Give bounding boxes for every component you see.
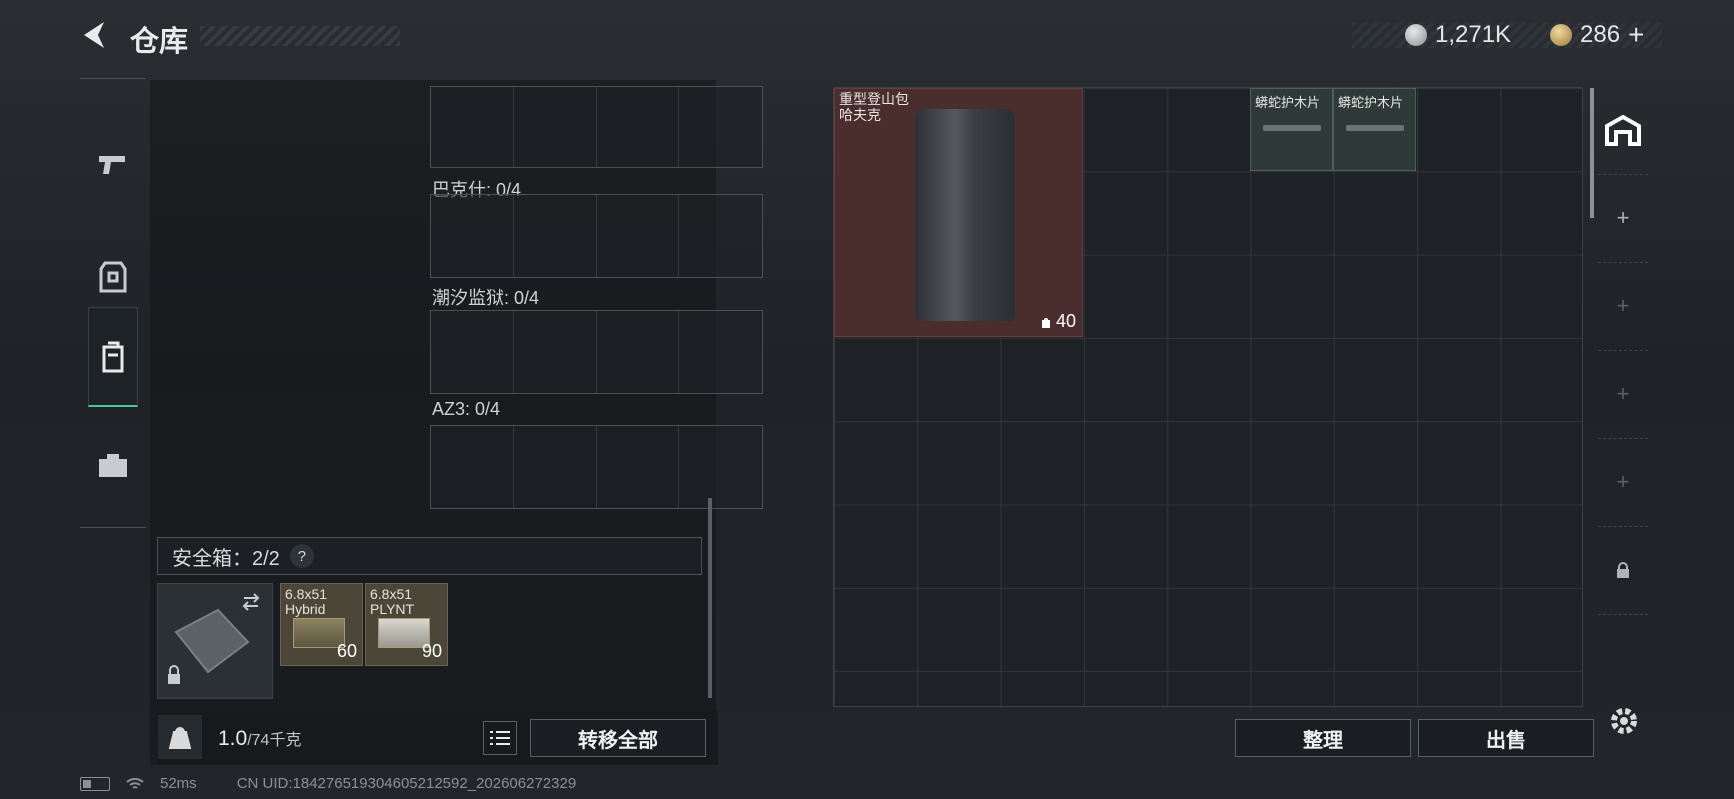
backpack-name-line1: 重型登山包 <box>839 91 909 107</box>
tab-items[interactable] <box>88 415 138 515</box>
add-page-button[interactable]: + <box>1598 438 1648 527</box>
ammo-item-hybrid[interactable]: 6.8x51 Hybrid 60 <box>280 583 363 666</box>
ammo-name: 6.8x51 PLYNT <box>370 586 415 617</box>
tab-backpack[interactable] <box>88 307 138 407</box>
weight-current: 1.0 <box>218 727 248 750</box>
stash-page-main[interactable] <box>1598 86 1648 175</box>
grip-name: 蟒蛇护木片 <box>1338 95 1404 110</box>
attachment-slot-row-top[interactable] <box>430 86 763 168</box>
lock-icon <box>1617 562 1629 578</box>
safe-box-header: 安全箱：2/2 ? <box>157 537 702 575</box>
silver-amount: 1,271K <box>1435 21 1512 48</box>
pistol-icon <box>99 156 125 174</box>
page-title: 仓库 <box>130 26 189 58</box>
backpack-item[interactable]: 重型登山包 哈夫克 40 <box>834 88 1083 337</box>
transfer-all-button[interactable]: 转移全部 <box>530 719 706 757</box>
weight-readout: 1.0/74千克 <box>218 726 301 751</box>
list-view-button[interactable] <box>483 721 517 755</box>
silver-currency: 1,271K <box>1405 18 1511 52</box>
user-uid: CN UID:184276519304605212592_20260627232… <box>236 775 577 792</box>
slot-label-az3: AZ3: 0/4 <box>432 399 501 419</box>
add-page-button[interactable]: + <box>1598 262 1648 351</box>
backpack-capacity-value: 40 <box>1055 311 1076 331</box>
weight-max: /74千克 <box>247 732 302 749</box>
wifi-icon <box>126 777 144 789</box>
stash-pages-rail: + + + + <box>1598 86 1648 706</box>
battery-icon <box>80 776 110 791</box>
backpack-capacity: 40 <box>1040 311 1076 332</box>
grip-item[interactable]: 蟒蛇护木片 <box>1250 88 1333 171</box>
backpack-brand: 哈夫克 <box>839 107 881 123</box>
toolbox-icon <box>99 454 127 477</box>
settings-icon[interactable] <box>1608 705 1640 742</box>
add-page-button[interactable]: + <box>1598 350 1648 439</box>
grip-image <box>1263 125 1321 131</box>
help-icon[interactable]: ? <box>289 544 314 568</box>
safe-box-label: 安全箱：2/2 <box>172 547 280 570</box>
grip-image <box>1346 125 1404 131</box>
gold-coin-icon <box>1550 24 1572 46</box>
category-tabs <box>80 78 146 528</box>
attachment-slot-row[interactable] <box>430 425 763 509</box>
grip-name: 蟒蛇护木片 <box>1255 95 1321 110</box>
list-icon <box>490 731 510 745</box>
add-page-button[interactable]: + <box>1598 174 1648 263</box>
ammo-count: 60 <box>336 641 357 661</box>
status-bar: 52ms CN UID:184276519304605212592_202606… <box>80 775 576 792</box>
capacity-icon <box>1041 317 1050 328</box>
attachment-slot-row[interactable] <box>430 194 763 278</box>
tab-weapons[interactable] <box>88 115 138 215</box>
title-decoration <box>200 26 400 46</box>
gold-currency[interactable]: 286 + <box>1550 18 1644 52</box>
back-icon[interactable] <box>78 18 112 52</box>
warehouse-icon <box>1605 114 1641 146</box>
slot-label-tide-prison: 潮汐监狱: 0/4 <box>432 288 540 308</box>
silver-coin-icon <box>1405 24 1427 46</box>
sort-button[interactable]: 整理 <box>1235 719 1411 757</box>
left-scrollbar[interactable] <box>708 498 712 698</box>
ping-readout: 52ms <box>160 775 197 792</box>
add-currency-button[interactable]: + <box>1628 19 1644 51</box>
weight-icon <box>158 715 202 759</box>
stash-scrollbar[interactable] <box>1590 88 1594 218</box>
backpack-image <box>915 109 1015 321</box>
grip-item[interactable]: 蟒蛇护木片 <box>1333 88 1416 171</box>
backpack-icon <box>102 341 124 372</box>
ammo-item-plynt[interactable]: 6.8x51 PLYNT 90 <box>365 583 448 666</box>
armor-icon <box>99 261 127 293</box>
backpack-name: 重型登山包 哈夫克 <box>839 91 909 123</box>
sell-button[interactable]: 出售 <box>1418 719 1594 757</box>
gold-amount: 286 <box>1580 21 1621 48</box>
safe-box-container[interactable] <box>157 583 273 699</box>
ammo-name: 6.8x51 Hybrid <box>285 586 328 617</box>
locked-page[interactable] <box>1598 526 1648 615</box>
secure-case-icon <box>168 593 260 684</box>
ammo-count: 90 <box>421 641 442 661</box>
attachment-slot-row[interactable] <box>430 310 763 394</box>
